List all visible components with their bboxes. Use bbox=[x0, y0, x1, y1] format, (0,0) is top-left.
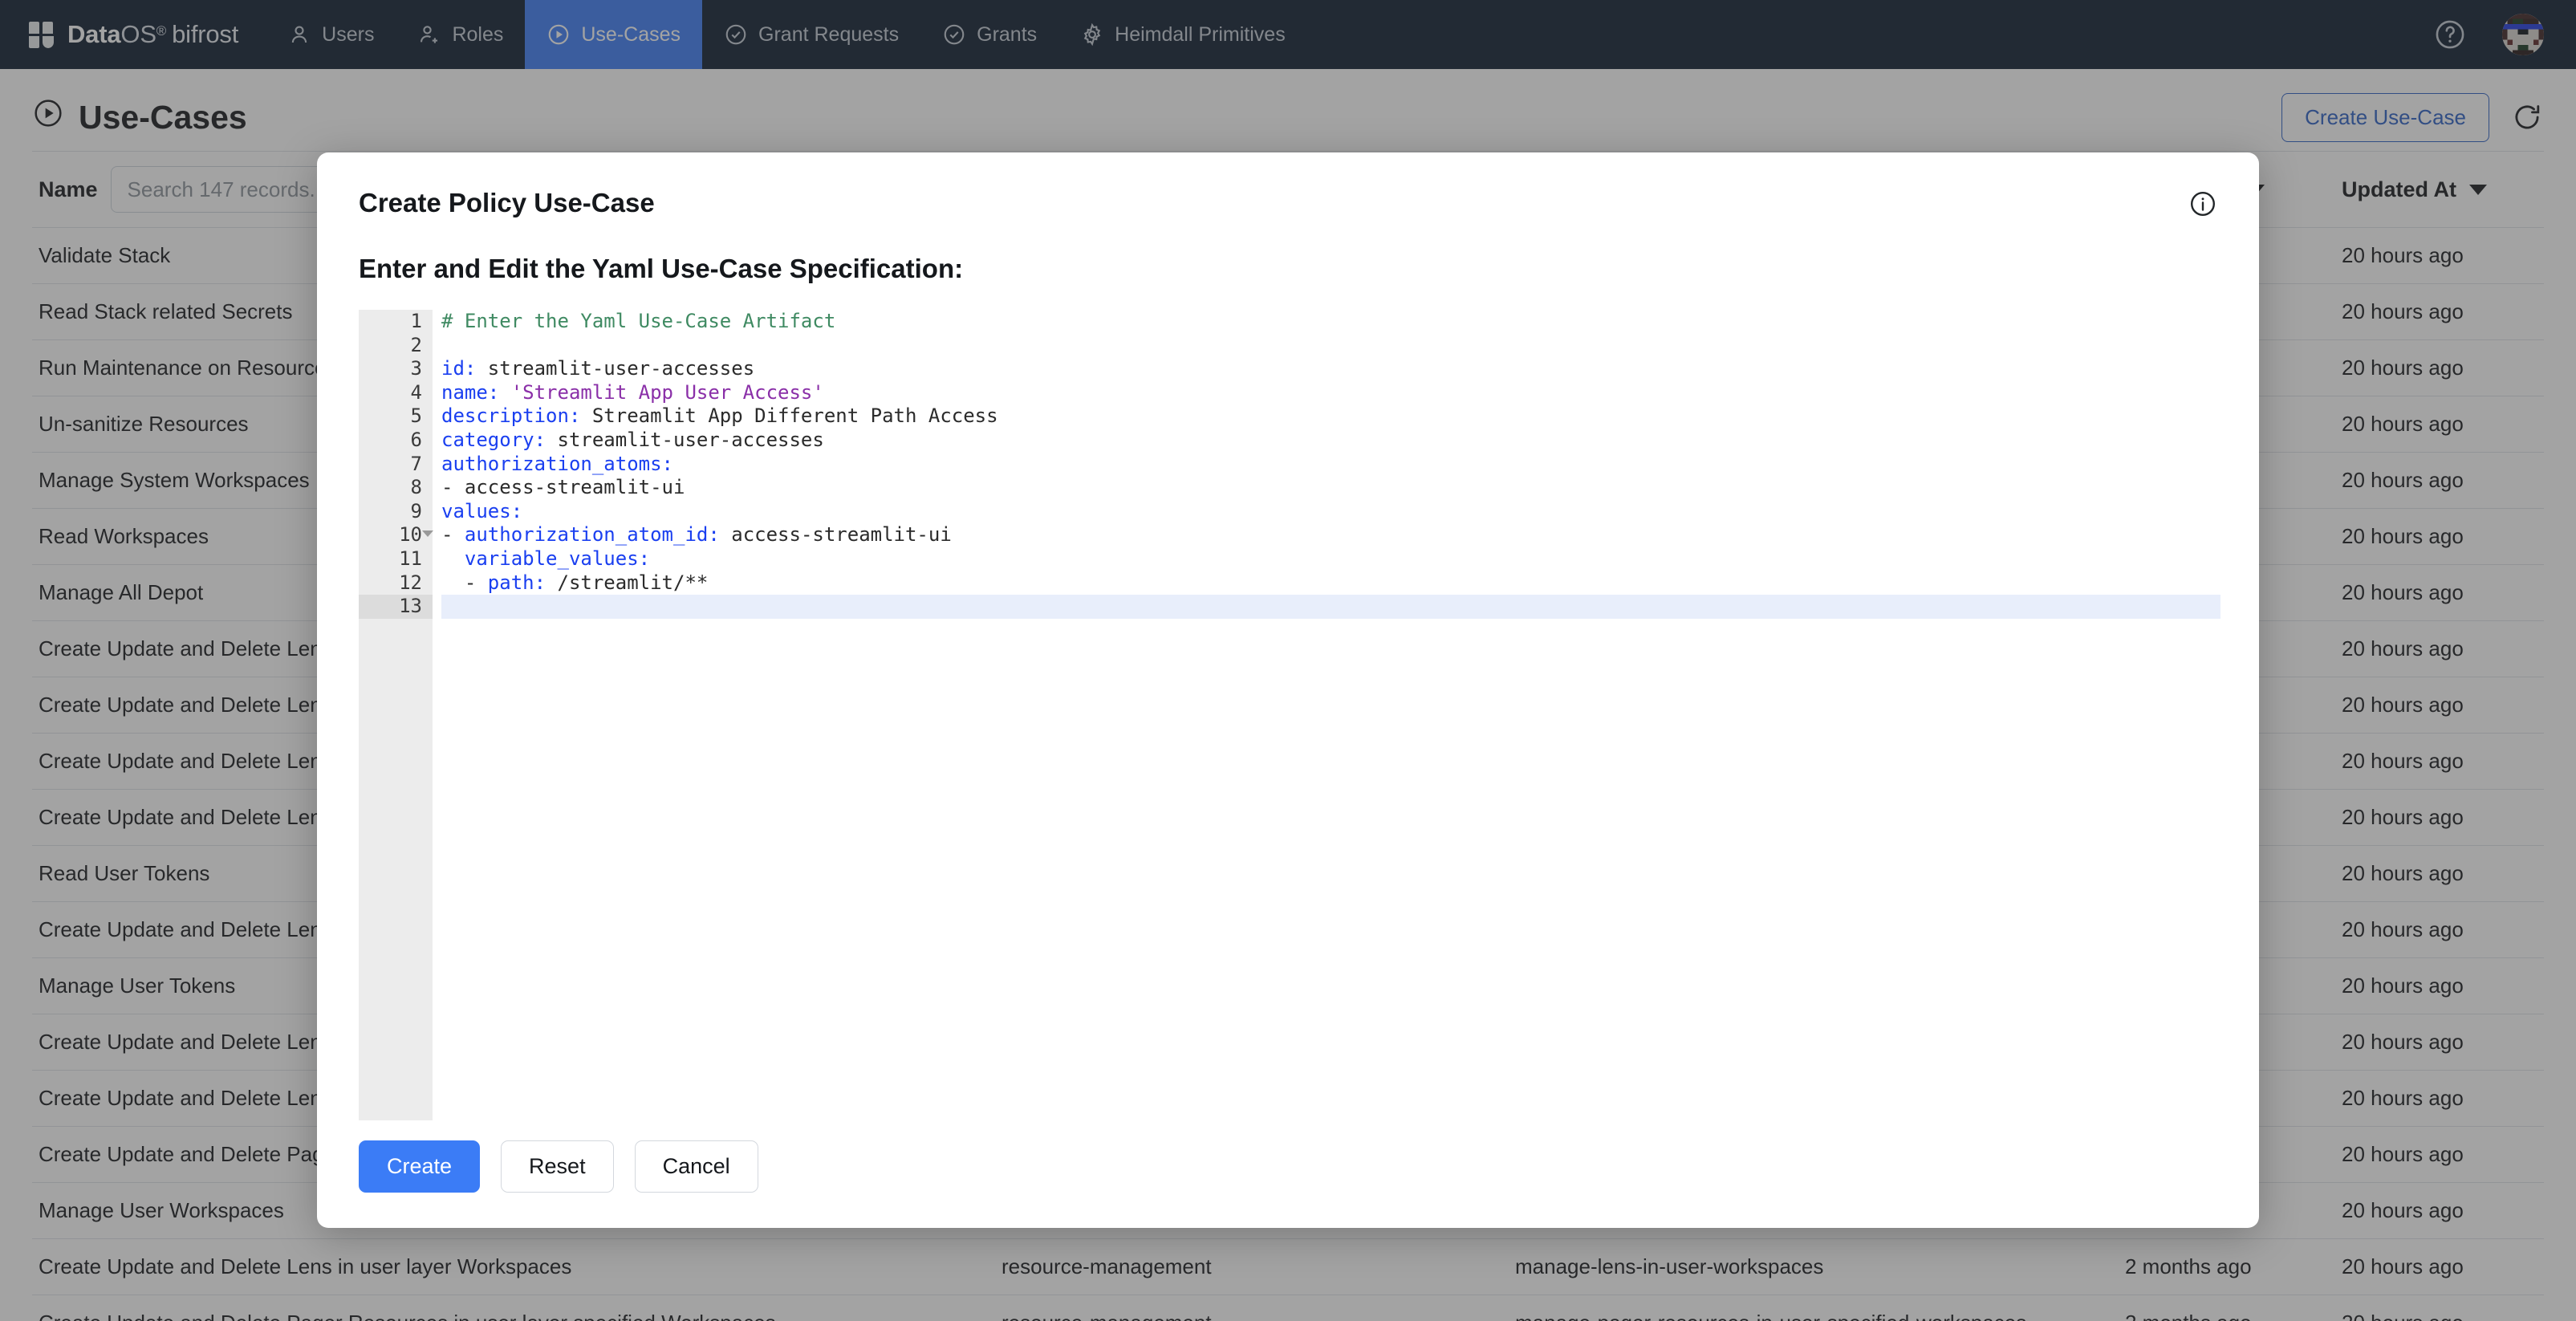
yaml-value: streamlit-user-accesses bbox=[476, 357, 755, 380]
yaml-indent: - bbox=[441, 571, 488, 594]
yaml-key: name: bbox=[441, 380, 500, 404]
editor-line-number: 7 bbox=[410, 452, 422, 475]
editor-line-number: 6 bbox=[410, 428, 422, 451]
editor-line-number-gutter: 1 2 3 4 5 6 7 8 9 10 11 12 13 bbox=[359, 310, 433, 1120]
reset-button[interactable]: Reset bbox=[501, 1140, 614, 1193]
editor-code-line: category: streamlit-user-accesses bbox=[441, 429, 2220, 453]
yaml-value: /streamlit/** bbox=[546, 571, 709, 594]
yaml-indent: - bbox=[441, 523, 465, 547]
editor-line-number: 1 bbox=[410, 310, 422, 332]
yaml-key: variable_values: bbox=[464, 547, 651, 570]
editor-code-line: values: bbox=[441, 500, 2220, 524]
editor-line-number: 4 bbox=[410, 380, 422, 404]
yaml-key: description: bbox=[441, 404, 581, 428]
editor-code-line: variable_values: bbox=[441, 547, 2220, 571]
editor-code-area[interactable]: # Enter the Yaml Use-Case Artifact id: s… bbox=[433, 310, 2220, 1120]
editor-code-line: - access-streamlit-ui bbox=[441, 476, 2220, 500]
editor-code-line: # Enter the Yaml Use-Case Artifact bbox=[441, 310, 2220, 334]
editor-line-number: 10 bbox=[359, 523, 433, 547]
editor-code-line bbox=[441, 334, 2220, 358]
yaml-key: id: bbox=[441, 357, 477, 380]
yaml-key: authorization_atom_id: bbox=[464, 523, 720, 547]
yaml-value: Streamlit App Different Path Access bbox=[580, 404, 998, 428]
editor-code-line: description: Streamlit App Different Pat… bbox=[441, 404, 2220, 429]
yaml-value: streamlit-user-accesses bbox=[546, 428, 824, 451]
editor-line-number: 8 bbox=[410, 476, 422, 499]
yaml-editor[interactable]: 1 2 3 4 5 6 7 8 9 10 11 12 13 # Enter the Yaml Use-C… bbox=[359, 310, 2220, 1120]
editor-code-line: - authorization_atom_id: access-streamli… bbox=[441, 523, 2220, 547]
yaml-key: path: bbox=[487, 571, 546, 594]
editor-code-line: - path: /streamlit/** bbox=[441, 571, 2220, 595]
yaml-key: authorization_atoms: bbox=[441, 452, 673, 475]
editor-line-number: 12 bbox=[399, 571, 422, 594]
modal-header: Create Policy Use-Case bbox=[359, 188, 2217, 218]
editor-code-line bbox=[441, 595, 2220, 619]
app-root: Data OS ® bifrost Users Roles Use-Cases … bbox=[0, 0, 2576, 1321]
modal-action-buttons: Create Reset Cancel bbox=[359, 1140, 758, 1193]
editor-code-line: id: streamlit-user-accesses bbox=[441, 357, 2220, 381]
yaml-key: values: bbox=[441, 499, 523, 522]
editor-code-line: authorization_atoms: bbox=[441, 453, 2220, 477]
yaml-comment: # Enter the Yaml Use-Case Artifact bbox=[441, 310, 836, 332]
yaml-text bbox=[441, 595, 453, 617]
editor-line-number: 5 bbox=[410, 404, 422, 428]
yaml-text: - access-streamlit-ui bbox=[441, 476, 685, 499]
editor-line-number: 11 bbox=[399, 547, 422, 570]
create-button[interactable]: Create bbox=[359, 1140, 481, 1193]
editor-line-number: 9 bbox=[410, 499, 422, 522]
editor-line-number: 2 bbox=[410, 333, 422, 356]
editor-line-number: 3 bbox=[410, 357, 422, 380]
cancel-button[interactable]: Cancel bbox=[634, 1140, 758, 1193]
yaml-indent bbox=[441, 547, 465, 570]
editor-line-number: 13 bbox=[359, 595, 433, 619]
yaml-value: 'Streamlit App User Access' bbox=[499, 380, 824, 404]
info-circle-icon[interactable] bbox=[2188, 189, 2217, 218]
yaml-value: access-streamlit-ui bbox=[719, 523, 952, 547]
create-policy-use-case-modal: Create Policy Use-Case Enter and Edit th… bbox=[317, 152, 2259, 1228]
yaml-text bbox=[441, 334, 453, 356]
editor-code-line: name: 'Streamlit App User Access' bbox=[441, 381, 2220, 405]
yaml-key: category: bbox=[441, 428, 546, 451]
modal-subtitle: Enter and Edit the Yaml Use-Case Specifi… bbox=[359, 254, 964, 283]
fold-triangle-icon[interactable] bbox=[422, 530, 433, 538]
modal-title: Create Policy Use-Case bbox=[359, 188, 655, 217]
